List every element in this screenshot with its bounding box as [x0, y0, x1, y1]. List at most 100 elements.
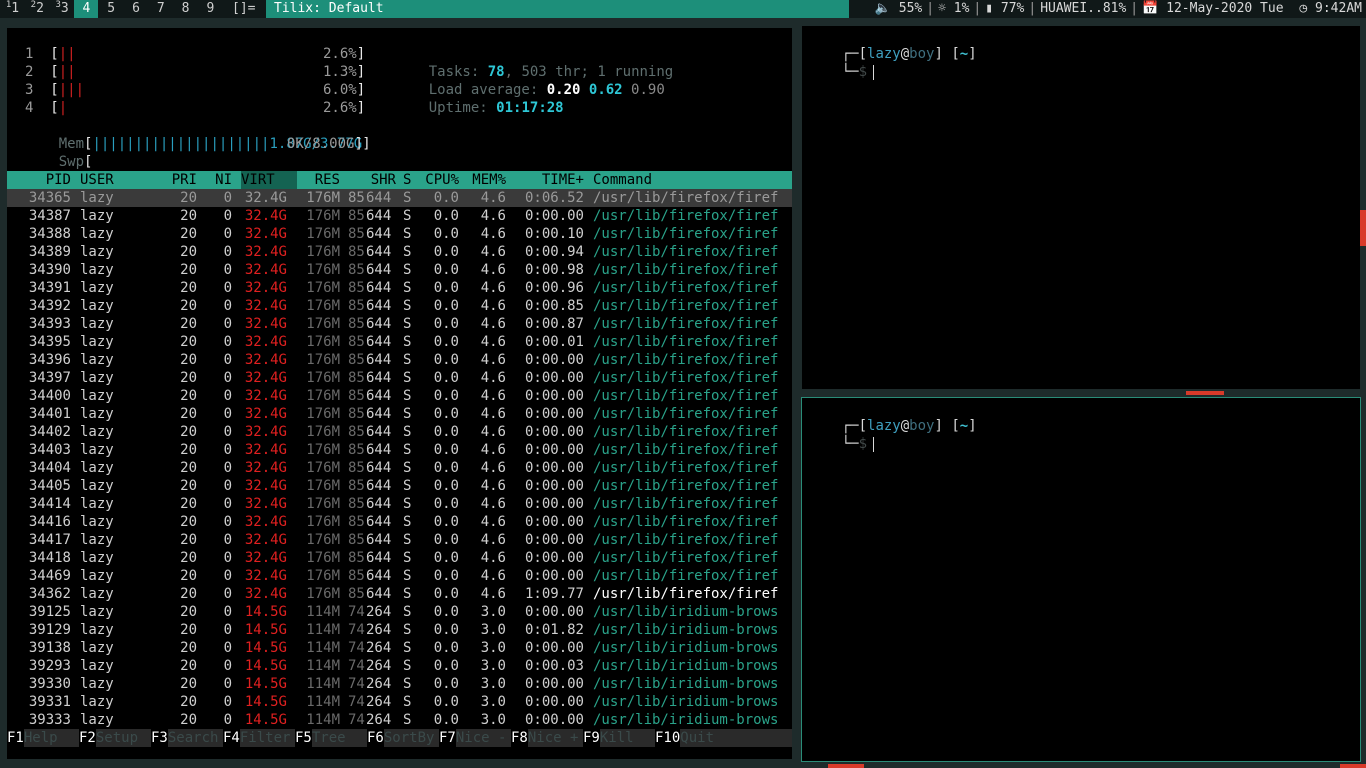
layout-indicator[interactable]: []= [232, 0, 255, 18]
col-shr[interactable]: SHR [348, 171, 396, 189]
col-command[interactable]: Command [593, 171, 792, 189]
terminal-pane-top[interactable]: ┌─[lazy@boy] [~] └─$ [802, 26, 1360, 389]
cell-shr-prefix: 85 [348, 262, 365, 278]
cell-priority: 20 [180, 460, 197, 476]
process-row[interactable]: 34414 lazy 20 0 32.4G 176M 85 644 S 0.0 4.6 0:00.00… [7, 495, 792, 513]
cell-time: 0:00.00 [524, 694, 584, 710]
fkey-setup[interactable]: F2Setup [79, 729, 152, 747]
cell-command: /usr/lib/firefox/firef [593, 442, 779, 458]
workspace-9[interactable]: 9 [198, 0, 222, 18]
terminal-pane-bottom[interactable]: ┌─[lazy@boy] [~] └─$ [801, 397, 1361, 762]
process-row[interactable]: 34388 lazy 20 0 32.4G 176M 85 644 S 0.0 4.6 0:00.10… [7, 225, 792, 243]
workspace-label: 7 [156, 1, 165, 16]
workspace-5[interactable]: 5 [99, 0, 123, 18]
cell-priority: 20 [180, 262, 197, 278]
workspace-6[interactable]: 6 [124, 0, 148, 18]
process-row[interactable]: 34402 lazy 20 0 32.4G 176M 85 644 S 0.0 4.6 0:00.00… [7, 423, 792, 441]
col-ni[interactable]: NI [202, 171, 232, 189]
cell-shr-prefix: 85 [348, 496, 365, 512]
col-pid[interactable]: PID [7, 171, 71, 189]
fkey-quit[interactable]: F10Quit [655, 729, 792, 747]
process-row[interactable]: 34401 lazy 20 0 32.4G 176M 85 644 S 0.0 4.6 0:00.00… [7, 405, 792, 423]
fkey-search[interactable]: F3Search [151, 729, 224, 747]
text-cursor [873, 64, 875, 80]
process-row[interactable]: 34417 lazy 20 0 32.4G 176M 85 644 S 0.0 4.6 0:00.00… [7, 531, 792, 549]
col-pri[interactable]: PRI [152, 171, 197, 189]
process-row[interactable]: 34403 lazy 20 0 32.4G 176M 85 644 S 0.0 4.6 0:00.00… [7, 441, 792, 459]
cell-nice: 0 [223, 334, 232, 350]
col-cpu[interactable]: CPU% [421, 171, 459, 189]
process-row[interactable]: 34396 lazy 20 0 32.4G 176M 85 644 S 0.0 4.6 0:00.00… [7, 351, 792, 369]
volume-indicator[interactable]: 🔈 55% [875, 1, 923, 16]
col-virt[interactable]: VIRT [241, 171, 297, 189]
process-row[interactable]: 34365 lazy 20 0 32.4G 176M 85 644 S 0.0 4.6 0:06.52… [7, 189, 792, 207]
process-row[interactable]: 34393 lazy 20 0 32.4G 176M 85 644 S 0.0 4.6 0:00.87… [7, 315, 792, 333]
cell-virt: 32.4G [244, 496, 287, 512]
cell-priority: 20 [180, 442, 197, 458]
col-state[interactable]: S [403, 171, 415, 189]
process-row[interactable]: 39331 lazy 20 0 14.5G 114M 74 264 S 0.0 3.0 0:00.00… [7, 693, 792, 711]
fkey-kill[interactable]: F9Kill [583, 729, 656, 747]
fkey-nice[interactable]: F8Nice + [511, 729, 584, 747]
process-row[interactable]: 39125 lazy 20 0 14.5G 114M 74 264 S 0.0 3.0 0:00.00… [7, 603, 792, 621]
process-row[interactable]: 34397 lazy 20 0 32.4G 176M 85 644 S 0.0 4.6 0:00.00… [7, 369, 792, 387]
process-row[interactable]: 34387 lazy 20 0 32.4G 176M 85 644 S 0.0 4.6 0:00.00… [7, 207, 792, 225]
col-user[interactable]: USER [80, 171, 150, 189]
htop-pane[interactable]: 1 [|| 2.6%] 2 [|| 1.3%] 3 [||| 6.0%] 4 [| 2.6%]… [7, 28, 792, 759]
workspace-7[interactable]: 7 [149, 0, 173, 18]
process-row[interactable]: 34362 lazy 20 0 32.4G 176M 85 644 S 0.0 4.6 1:09.77… [7, 585, 792, 603]
process-row[interactable]: 34395 lazy 20 0 32.4G 176M 85 644 S 0.0 4.6 0:00.01… [7, 333, 792, 351]
brightness-indicator[interactable]: ☼ 1% [938, 1, 969, 16]
col-mem[interactable]: MEM% [468, 171, 506, 189]
process-row[interactable]: 34400 lazy 20 0 32.4G 176M 85 644 S 0.0 4.6 0:00.00… [7, 387, 792, 405]
cell-command: /usr/lib/firefox/firef [593, 226, 779, 242]
process-row[interactable]: 34392 lazy 20 0 32.4G 176M 85 644 S 0.0 4.6 0:00.85… [7, 297, 792, 315]
cell-nice: 0 [223, 442, 232, 458]
cell-pid: 34418 [28, 550, 71, 566]
prompt-input-line[interactable]: └─$ [808, 45, 875, 99]
process-row[interactable]: 39293 lazy 20 0 14.5G 114M 74 264 S 0.0 3.0 0:00.03… [7, 657, 792, 675]
process-row[interactable]: 39129 lazy 20 0 14.5G 114M 74 264 S 0.0 3.0 0:01.82… [7, 621, 792, 639]
cell-cpu-percent: 0.0 [433, 370, 459, 386]
workspace-4[interactable]: 4 [74, 0, 99, 18]
process-row[interactable]: 34391 lazy 20 0 32.4G 176M 85 644 S 0.0 4.6 0:00.96… [7, 279, 792, 297]
cell-priority: 20 [180, 406, 197, 422]
cell-priority: 20 [180, 370, 197, 386]
cell-res: 114M [306, 640, 340, 656]
process-row[interactable]: 34416 lazy 20 0 32.4G 176M 85 644 S 0.0 4.6 0:00.00… [7, 513, 792, 531]
workspace-8[interactable]: 8 [174, 0, 198, 18]
fkey-tree[interactable]: F5Tree [295, 729, 368, 747]
fkey-filter[interactable]: F4Filter [223, 729, 296, 747]
workspace-3[interactable]: 33 [50, 0, 74, 18]
process-row[interactable]: 34418 lazy 20 0 32.4G 176M 85 644 S 0.0 4.6 0:00.00… [7, 549, 792, 567]
cell-user: lazy [80, 388, 114, 404]
cell-command: /usr/lib/firefox/firef [593, 424, 779, 440]
process-row[interactable]: 34404 lazy 20 0 32.4G 176M 85 644 S 0.0 4.6 0:00.00… [7, 459, 792, 477]
cell-command: /usr/lib/firefox/firef [593, 586, 779, 602]
fkey-help[interactable]: F1Help [7, 729, 80, 747]
cell-command: /usr/lib/firefox/firef [593, 532, 779, 548]
process-table-header[interactable]: PID USER PRI NI VIRT RES SHR S CPU% MEM%… [7, 171, 792, 189]
prompt-input-line[interactable]: └─$ [808, 417, 875, 471]
cell-mem-percent: 3.0 [480, 658, 506, 674]
wifi-indicator[interactable]: HUAWEI..81% [1040, 1, 1126, 16]
workspace-2[interactable]: 22 [25, 0, 49, 18]
process-row[interactable]: 34389 lazy 20 0 32.4G 176M 85 644 S 0.0 4.6 0:00.94… [7, 243, 792, 261]
col-res[interactable]: RES [295, 171, 340, 189]
fkey-sortby[interactable]: F6SortBy [367, 729, 440, 747]
process-row[interactable]: 39138 lazy 20 0 14.5G 114M 74 264 S 0.0 3.0 0:00.00… [7, 639, 792, 657]
workspace-1[interactable]: 11 [0, 0, 24, 18]
cell-time: 0:00.00 [524, 514, 584, 530]
cell-pid: 34393 [28, 316, 71, 332]
process-row[interactable]: 39330 lazy 20 0 14.5G 114M 74 264 S 0.0 3.0 0:00.00… [7, 675, 792, 693]
process-row[interactable]: 34405 lazy 20 0 32.4G 176M 85 644 S 0.0 4.6 0:00.00… [7, 477, 792, 495]
prompt-cwd: ~ [959, 418, 969, 434]
process-row[interactable]: 39333 lazy 20 0 14.5G 114M 74 264 S 0.0 3.0 0:00.00… [7, 711, 792, 729]
fkey-nice[interactable]: F7Nice - [439, 729, 512, 747]
col-time[interactable]: TIME+ [511, 171, 584, 189]
cell-shr-prefix: 74 [348, 640, 365, 656]
cell-state: S [403, 424, 412, 440]
process-row[interactable]: 34390 lazy 20 0 32.4G 176M 85 644 S 0.0 4.6 0:00.98… [7, 261, 792, 279]
process-row[interactable]: 34469 lazy 20 0 32.4G 176M 85 644 S 0.0 4.6 0:00.00… [7, 567, 792, 585]
cell-mem-percent: 3.0 [480, 694, 506, 710]
